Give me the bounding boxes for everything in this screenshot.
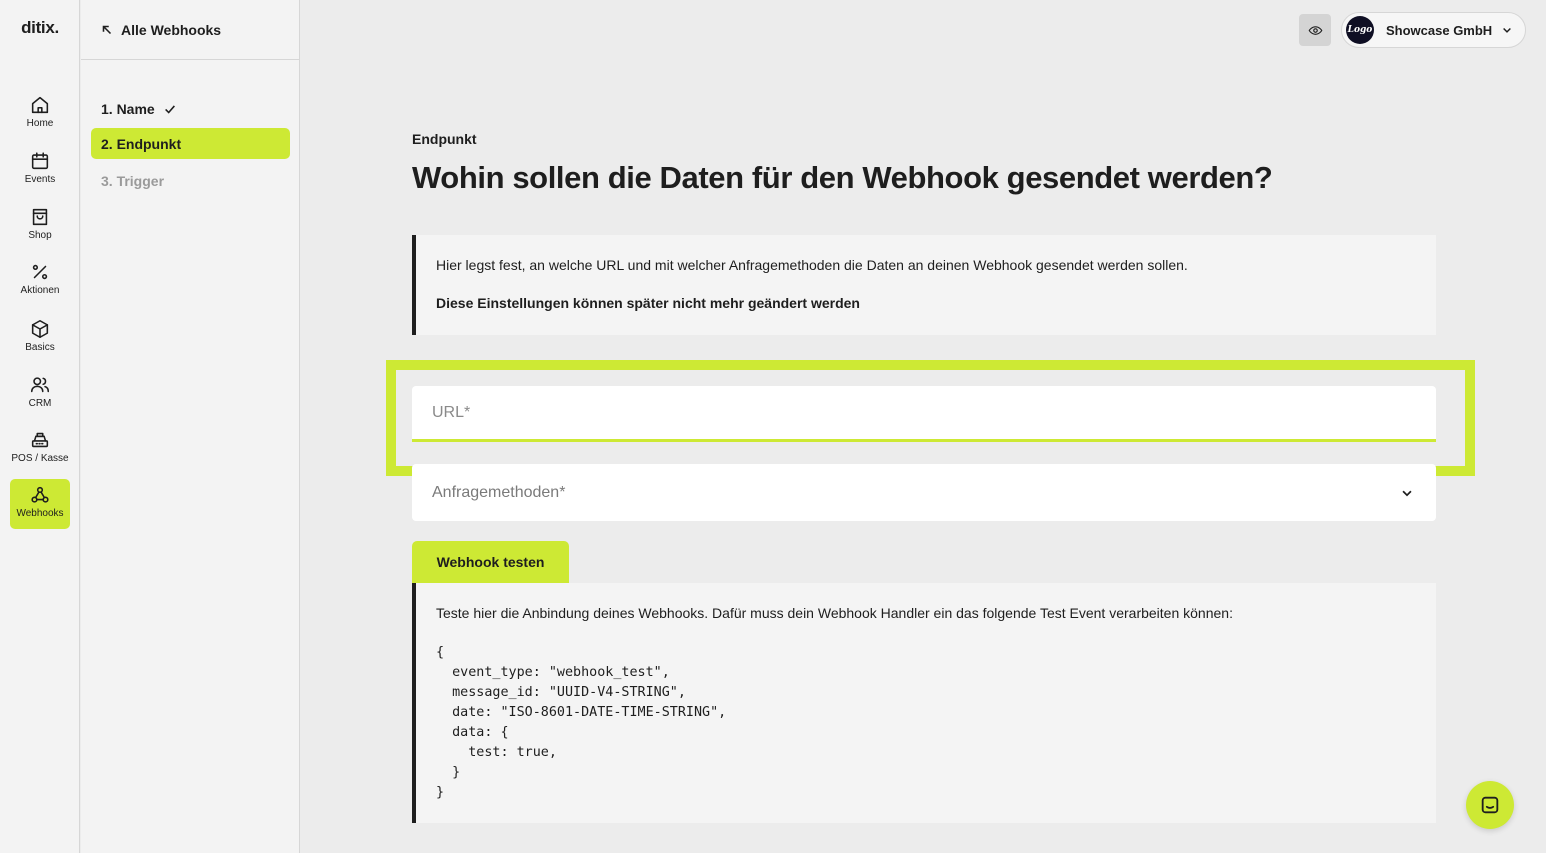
- test-event-callout: Teste hier die Anbindung deines Webhooks…: [412, 583, 1436, 823]
- nav-item-label: Aktionen: [20, 285, 60, 296]
- home-icon: [31, 96, 49, 114]
- step-label: 1. Name: [101, 100, 155, 117]
- nav-item-label: Home: [26, 118, 54, 129]
- nav-item-label: CRM: [28, 398, 52, 409]
- cash-register-icon: [31, 432, 49, 448]
- step-endpunkt[interactable]: 2. Endpunkt: [91, 128, 290, 159]
- nav-item-pos-kasse[interactable]: POS / Kasse: [10, 425, 70, 473]
- test-event-code: { event_type: "webhook_test", message_id…: [436, 645, 727, 800]
- request-method-placeholder: Anfragemethoden*: [432, 483, 566, 501]
- box-icon: [31, 319, 49, 339]
- info-warning: Diese Einstellungen können später nicht …: [436, 295, 860, 311]
- preview-toggle-button[interactable]: [1299, 14, 1331, 46]
- nav-item-label: Webhooks: [16, 508, 64, 519]
- brand-logo[interactable]: ditix.: [0, 18, 80, 38]
- nav-item-crm[interactable]: CRM: [10, 370, 70, 418]
- chevron-down-icon: [1503, 27, 1512, 33]
- nav-item-basics[interactable]: Basics: [10, 314, 70, 362]
- page-title: Wohin sollen die Daten für den Webhook g…: [412, 160, 1273, 195]
- nav-item-label: Shop: [28, 230, 52, 241]
- test-webhook-button[interactable]: Webhook testen: [412, 541, 569, 583]
- nav-item-label: Basics: [25, 342, 55, 353]
- shopping-bag-icon: [32, 208, 48, 226]
- calendar-icon: [31, 152, 49, 170]
- company-avatar: Logo: [1346, 16, 1374, 44]
- eye-icon: [1308, 25, 1322, 35]
- request-method-select[interactable]: Anfragemethoden*: [412, 464, 1436, 521]
- company-switcher[interactable]: Logo Showcase GmbH: [1341, 12, 1526, 48]
- nav-item-label: Events: [24, 174, 56, 185]
- url-input[interactable]: [412, 386, 1436, 439]
- arrow-up-left-icon: [102, 25, 112, 34]
- back-to-webhooks-link[interactable]: Alle Webhooks: [81, 0, 299, 60]
- back-link-label: Alle Webhooks: [121, 21, 222, 38]
- nav-item-label: POS / Kasse: [11, 453, 69, 464]
- company-name: Showcase GmbH: [1386, 22, 1493, 38]
- chevron-down-icon: [1402, 490, 1412, 496]
- step-name[interactable]: 1. Name: [91, 93, 290, 124]
- nav-item-events[interactable]: Events: [10, 146, 70, 194]
- url-field: [412, 386, 1436, 442]
- main-nav-rail: ditix. Home Events Shop Aktionen Basics …: [0, 0, 80, 853]
- nav-item-aktionen[interactable]: Aktionen: [10, 257, 70, 305]
- support-chat-button[interactable]: [1466, 781, 1514, 829]
- chat-icon: [1481, 796, 1499, 814]
- nav-item-shop[interactable]: Shop: [10, 202, 70, 250]
- step-trigger[interactable]: 3. Trigger: [91, 165, 290, 196]
- test-description: Teste hier die Anbindung deines Webhooks…: [436, 605, 1233, 621]
- webhook-icon: [31, 486, 49, 503]
- nav-item-webhooks[interactable]: Webhooks: [10, 479, 70, 529]
- users-icon: [30, 377, 50, 393]
- checkmark-icon: [164, 104, 175, 114]
- wizard-steps-panel: Alle Webhooks 1. Name 2. Endpunkt 3. Tri…: [81, 0, 300, 853]
- percent-icon: [32, 264, 48, 280]
- step-label: 2. Endpunkt: [101, 135, 182, 152]
- section-label: Endpunkt: [412, 131, 477, 147]
- info-callout: Hier legst fest, an welche URL und mit w…: [412, 235, 1436, 335]
- nav-item-home[interactable]: Home: [10, 90, 70, 138]
- app-root: ditix. Home Events Shop Aktionen Basics …: [0, 0, 1546, 853]
- info-text: Hier legst fest, an welche URL und mit w…: [436, 257, 1188, 273]
- step-label: 3. Trigger: [101, 172, 165, 189]
